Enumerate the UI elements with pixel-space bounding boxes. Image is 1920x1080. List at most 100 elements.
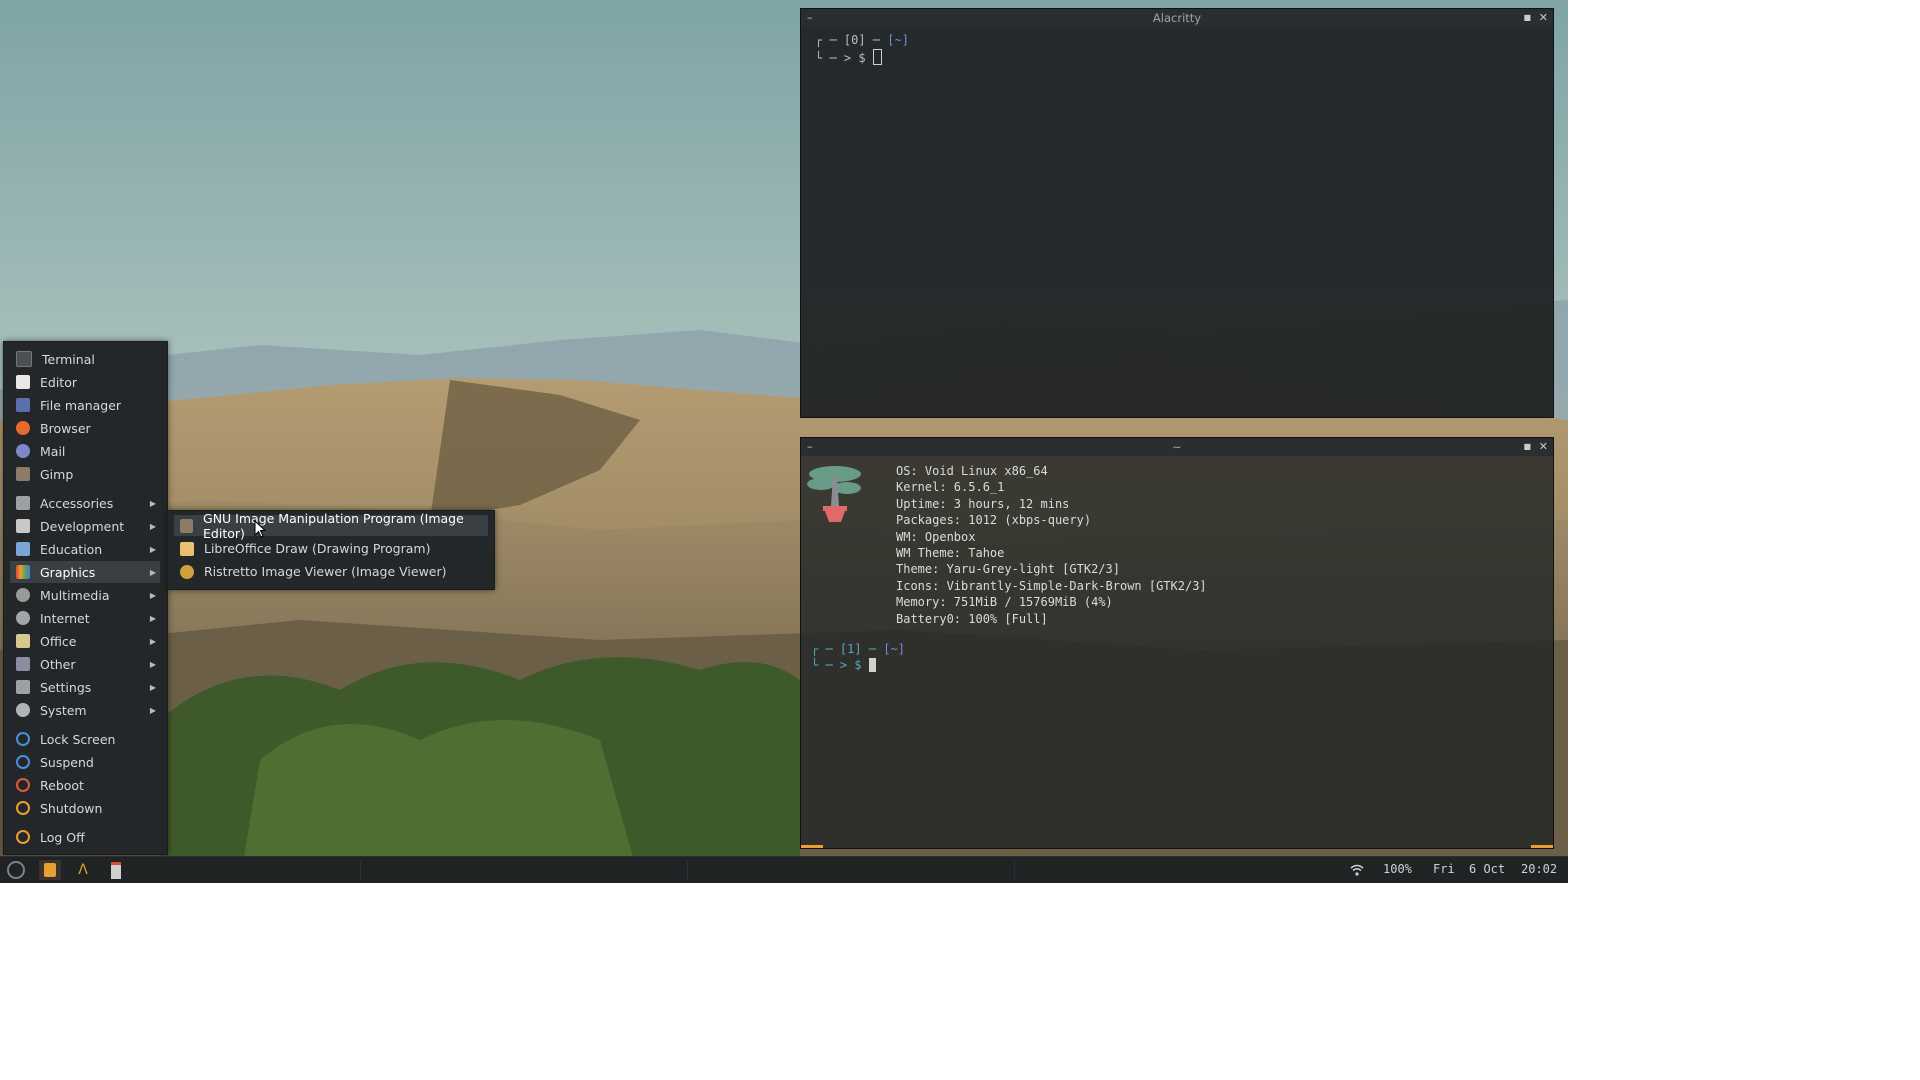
- submenu-arrow-icon: ▶: [149, 544, 156, 554]
- taskbar-app-sublime[interactable]: [39, 860, 61, 880]
- menu-item-shutdown[interactable]: Shutdown: [10, 797, 160, 819]
- menu-item-suspend[interactable]: Suspend: [10, 751, 160, 773]
- menu-category-graphics[interactable]: Graphics ▶: [10, 561, 160, 583]
- maximize-button[interactable]: ■: [1523, 9, 1531, 27]
- menu-category-office[interactable]: Office ▶: [10, 630, 160, 652]
- menu-item-gimp[interactable]: Gimp: [10, 463, 160, 485]
- application-menu: Terminal Editor File manager Browser Mai…: [3, 341, 168, 855]
- window-title: Alacritty: [1152, 11, 1202, 25]
- info-wm: WM: Openbox: [896, 529, 976, 544]
- info-theme: Theme: Yaru-Grey-light [GTK2/3]: [896, 562, 1120, 577]
- clock-time[interactable]: 20:02: [1521, 862, 1557, 876]
- lock-icon: [16, 732, 30, 746]
- prompt-line-1: ┌ ─ [1] ─ [~]: [811, 642, 905, 656]
- menu-category-other[interactable]: Other ▶: [10, 653, 160, 675]
- bonsai-logo-icon: [807, 466, 861, 522]
- prompt-text: ┌ ─ [0] ─: [815, 33, 888, 47]
- submenu-item-libreoffice-draw[interactable]: LibreOffice Draw (Drawing Program): [174, 538, 488, 559]
- submenu-arrow-icon: ▶: [149, 613, 156, 623]
- folder-icon: [16, 398, 30, 412]
- menu-item-terminal[interactable]: Terminal: [10, 348, 160, 370]
- window-titlebar[interactable]: – Alacritty ■ ✕: [801, 9, 1553, 27]
- accessories-icon: [16, 496, 30, 510]
- void-logo-icon: [7, 861, 25, 879]
- alacritty-icon: Λ: [78, 862, 88, 878]
- info-uptime: Uptime: 3 hours, 12 mins: [896, 496, 1070, 511]
- prompt-text: └ ─ > $: [811, 658, 869, 672]
- firefox-icon: [16, 421, 30, 435]
- menu-item-lock-screen[interactable]: Lock Screen: [10, 728, 160, 750]
- prompt-path: [~]: [887, 33, 909, 47]
- menu-item-editor[interactable]: Editor: [10, 371, 160, 393]
- text-cursor: [868, 658, 876, 672]
- submenu-item-gimp[interactable]: GNU Image Manipulation Program (Image Ed…: [174, 511, 488, 541]
- menu-category-accessories[interactable]: Accessories ▶: [10, 492, 160, 514]
- info-wm-theme: WM Theme: Tahoe: [896, 546, 1005, 561]
- suspend-icon: [16, 755, 30, 769]
- multimedia-icon: [16, 588, 30, 602]
- logoff-icon: [16, 830, 30, 844]
- menu-item-reboot[interactable]: Reboot: [10, 774, 160, 796]
- submenu-arrow-icon: ▶: [149, 659, 156, 669]
- minimize-button[interactable]: –: [807, 9, 813, 27]
- battery-level[interactable]: 100%: [1383, 862, 1412, 876]
- libreoffice-draw-icon: [180, 541, 194, 556]
- mouse-pointer-icon: [254, 520, 266, 538]
- other-icon: [16, 657, 30, 671]
- taskbar-app-alacritty[interactable]: Λ: [72, 860, 94, 880]
- submenu-item-ristretto[interactable]: Ristretto Image Viewer (Image Viewer): [174, 561, 488, 582]
- internet-icon: [16, 611, 30, 625]
- sublime-text-icon: [44, 863, 56, 877]
- taskbar-divider: [687, 860, 688, 880]
- menu-category-system[interactable]: System ▶: [10, 699, 160, 721]
- gimp-icon: [180, 518, 194, 533]
- taskbar-divider: [1014, 860, 1015, 880]
- close-button[interactable]: ✕: [1539, 9, 1548, 27]
- submenu-arrow-icon: ▶: [149, 567, 156, 577]
- menu-category-education[interactable]: Education ▶: [10, 538, 160, 560]
- image-viewer-icon: [180, 564, 194, 579]
- info-battery: Battery0: 100% [Full]: [896, 611, 1048, 626]
- reboot-icon: [16, 778, 30, 792]
- clock-day: Fri: [1433, 862, 1455, 876]
- development-icon: [16, 519, 30, 533]
- menu-item-browser[interactable]: Browser: [10, 417, 160, 439]
- taskbar-app-terminal[interactable]: [105, 860, 127, 880]
- gimp-icon: [16, 467, 30, 481]
- system-icon: [16, 703, 30, 717]
- prompt-text: ┌ ─ [1] ─: [811, 642, 884, 656]
- terminal-icon: [16, 351, 32, 367]
- window-title: ~: [1172, 440, 1182, 454]
- submenu-arrow-icon: ▶: [149, 682, 156, 692]
- office-icon: [16, 634, 30, 648]
- terminal-window-home[interactable]: – ~ ■ ✕ OS: Void Linux x86_64 Kernel: 6.…: [800, 437, 1554, 849]
- shutdown-icon: [16, 801, 30, 815]
- launcher-button[interactable]: [5, 860, 27, 880]
- window-titlebar[interactable]: – ~ ■ ✕: [801, 438, 1553, 456]
- scroll-indicator-right: [1531, 845, 1553, 848]
- menu-category-development[interactable]: Development ▶: [10, 515, 160, 537]
- menu-item-file-manager[interactable]: File manager: [10, 394, 160, 416]
- menu-item-log-off[interactable]: Log Off: [10, 826, 160, 848]
- close-button[interactable]: ✕: [1539, 438, 1548, 456]
- graphics-icon: [16, 565, 30, 579]
- submenu-arrow-icon: ▶: [149, 498, 156, 508]
- menu-item-mail[interactable]: Mail: [10, 440, 160, 462]
- scroll-indicator-left: [801, 845, 823, 848]
- menu-separator: [4, 489, 167, 490]
- settings-icon: [16, 680, 30, 694]
- menu-category-settings[interactable]: Settings ▶: [10, 676, 160, 698]
- info-memory: Memory: 751MiB / 15769MiB (4%): [896, 595, 1113, 610]
- education-icon: [16, 542, 30, 556]
- info-icons: Icons: Vibrantly-Simple-Dark-Brown [GTK2…: [896, 578, 1207, 593]
- graphics-submenu: GNU Image Manipulation Program (Image Ed…: [167, 510, 495, 590]
- prompt-line-2[interactable]: └ ─ > $: [811, 658, 876, 672]
- menu-category-multimedia[interactable]: Multimedia ▶: [10, 584, 160, 606]
- minimize-button[interactable]: –: [807, 438, 813, 456]
- clock-date: 6 Oct: [1469, 862, 1506, 876]
- wifi-icon[interactable]: [1350, 864, 1364, 876]
- maximize-button[interactable]: ■: [1523, 438, 1531, 456]
- menu-category-internet[interactable]: Internet ▶: [10, 607, 160, 629]
- terminal-window-alacritty[interactable]: – Alacritty ■ ✕ ┌ ─ [0] ─ [~] └ ─ > $: [800, 8, 1554, 418]
- prompt-line-2[interactable]: └ ─ > $: [815, 49, 882, 65]
